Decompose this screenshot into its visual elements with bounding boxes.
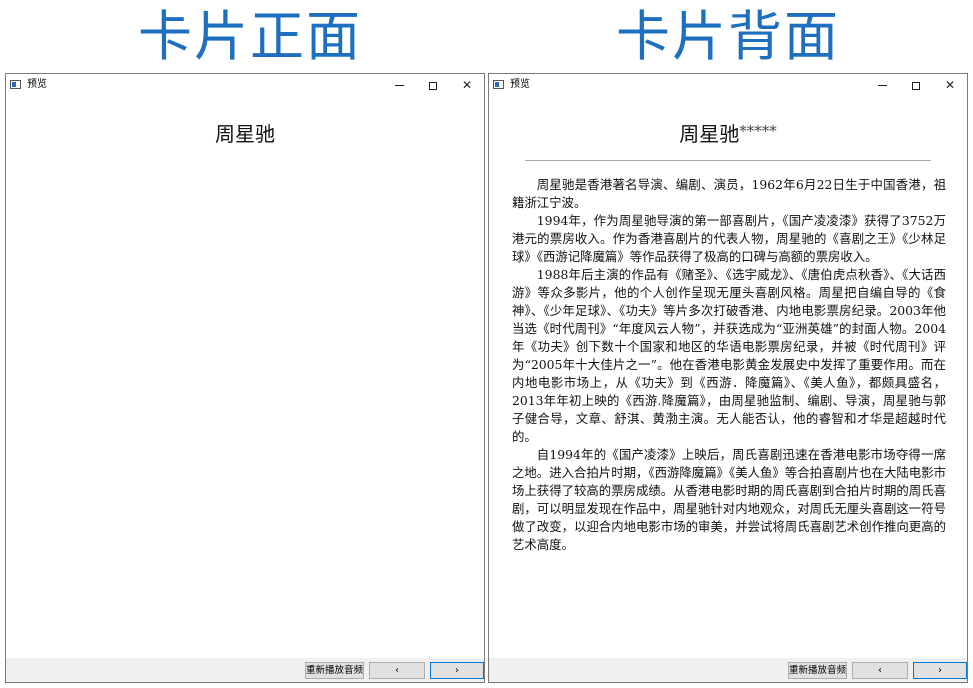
minimize-icon <box>394 85 404 86</box>
minimize-button[interactable] <box>865 74 899 96</box>
titlebar[interactable]: 预览 ✕ <box>489 74 967 96</box>
star-rating: ***** <box>739 122 777 140</box>
next-button[interactable]: › <box>430 662 484 679</box>
chevron-right-icon: › <box>455 665 459 676</box>
maximize-button[interactable] <box>416 74 450 96</box>
front-preview-window: 预览 ✕ 周星驰 重新播放音频 ‹ › <box>5 73 485 683</box>
bio-paragraph: 1988年后主演的作品有《赌圣》、《选宇威龙》、《唐伯虎点秋香》、《大话西游》等… <box>512 267 946 444</box>
bottom-toolbar: 重新播放音频 ‹ › <box>6 658 484 682</box>
front-heading: 卡片正面 <box>138 5 362 68</box>
bottom-toolbar: 重新播放音频 ‹ › <box>489 658 967 682</box>
bio-paragraph: 1994年，作为周星驰导演的第一部喜剧片，《国产凌凌漆》获得了3752万港元的票… <box>512 213 946 264</box>
close-icon: ✕ <box>944 78 956 92</box>
chevron-left-icon: ‹ <box>878 665 882 676</box>
bio-paragraph: 周星驰是香港著名导演、编剧、演员，1962年6月22日生于中国香港，祖籍浙江宁波… <box>512 177 946 210</box>
bio-paragraph: 自1994年的《国产凌漆》上映后，周氏喜剧迅速在香港电影市场夺得一席之地。进入合… <box>512 447 946 552</box>
card-name: 周星驰 <box>679 122 740 146</box>
screen: 卡片正面 卡片背面 预览 ✕ 周星驰 重新播放音频 ‹ › 预览 ✕ 周星驰**… <box>0 0 973 688</box>
replay-audio-button[interactable]: 重新播放音频 <box>305 662 364 679</box>
card-name-with-rating: 周星驰***** <box>489 118 967 147</box>
back-heading: 卡片背面 <box>616 5 840 68</box>
minimize-button[interactable] <box>382 74 416 96</box>
replay-audio-button[interactable]: 重新播放音频 <box>788 662 847 679</box>
window-title: 预览 <box>510 79 530 90</box>
chevron-right-icon: › <box>938 665 942 676</box>
maximize-icon <box>912 81 920 90</box>
app-window-icon <box>10 80 21 89</box>
previous-button[interactable]: ‹ <box>369 662 425 679</box>
next-button[interactable]: › <box>913 662 967 679</box>
biography-text: 周星驰是香港著名导演、编剧、演员，1962年6月22日生于中国香港，祖籍浙江宁波… <box>512 176 946 554</box>
window-title: 预览 <box>27 79 47 90</box>
close-button[interactable]: ✕ <box>933 74 967 96</box>
maximize-icon <box>429 81 437 90</box>
minimize-icon <box>877 85 887 86</box>
previous-button[interactable]: ‹ <box>852 662 908 679</box>
titlebar[interactable]: 预览 ✕ <box>6 74 484 96</box>
divider <box>525 160 931 161</box>
app-window-icon <box>493 80 504 89</box>
back-preview-window: 预览 ✕ 周星驰***** 周星驰是香港著名导演、编剧、演员，1962年6月22… <box>488 73 968 683</box>
close-button[interactable]: ✕ <box>450 74 484 96</box>
maximize-button[interactable] <box>899 74 933 96</box>
close-icon: ✕ <box>461 78 473 92</box>
chevron-left-icon: ‹ <box>395 665 399 676</box>
card-name: 周星驰 <box>215 122 275 146</box>
